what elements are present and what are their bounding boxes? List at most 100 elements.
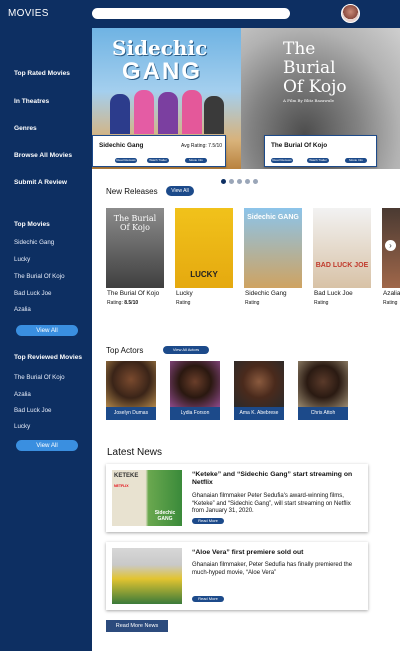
top-movie-item[interactable]: Sidechic Gang <box>14 239 54 246</box>
poster-text: Sidechic GANG <box>247 214 299 221</box>
actor-photo <box>170 361 220 407</box>
search-input[interactable] <box>92 8 290 19</box>
top-movie-item[interactable]: Bad Luck Joe <box>14 290 52 297</box>
carousel-dot[interactable] <box>229 179 234 184</box>
nav-top-rated-movies[interactable]: Top Rated Movies <box>14 70 70 77</box>
poster-bad-luck-joe[interactable]: BAD LUCK JOE <box>313 208 371 288</box>
actor-name: Joselyn Dumas <box>106 407 156 420</box>
poster-text: BAD LUCK JOE <box>315 262 369 269</box>
news-body: Ghanaian filmmaker, Peter Sedufia has fi… <box>192 562 353 576</box>
news-image-text: Sidechic GANG <box>154 510 176 522</box>
actor-photo <box>106 361 156 407</box>
carousel-dot[interactable] <box>245 179 250 184</box>
movie-title[interactable]: Sidechic Gang <box>245 290 287 297</box>
actor-card[interactable]: Ama K. Abebrese <box>234 361 284 420</box>
top-reviewed-item[interactable]: The Burial Of Kojo <box>14 374 65 381</box>
poster-credit: A Film By Blitz Bazawule <box>283 98 334 103</box>
user-avatar[interactable] <box>341 4 360 23</box>
movie-title[interactable]: Azalia <box>383 290 400 297</box>
hero-carousel[interactable]: Sidechic GANG The Burial Of Kojo A Film … <box>92 28 400 169</box>
hero-poster-title: The Burial Of Kojo A Film By Blitz Bazaw… <box>283 40 347 104</box>
news-image <box>112 548 182 604</box>
top-reviewed-item[interactable]: Azalia <box>14 391 31 398</box>
movie-info-button[interactable]: Movie Info <box>185 158 207 163</box>
top-movie-item[interactable]: Azalia <box>14 306 31 313</box>
hero-logo-bottom: GANG <box>122 58 202 85</box>
poster-title-line: Burial <box>283 58 336 78</box>
news-title[interactable]: “Aloe Vera” first premiere sold out <box>192 549 362 557</box>
poster-burial-of-kojo[interactable]: The Burial Of Kojo <box>106 208 164 288</box>
news-card[interactable]: “Aloe Vera” first premiere sold out Ghan… <box>106 542 368 610</box>
read-reviews-button[interactable]: Read Reviews <box>115 158 137 163</box>
read-more-button[interactable]: Read More <box>192 518 224 524</box>
poster-title-line: The <box>283 39 316 59</box>
movie-info-button[interactable]: Movie Info <box>345 158 367 163</box>
read-reviews-button[interactable]: Read Reviews <box>271 158 293 163</box>
nav-genres[interactable]: Genres <box>14 125 37 132</box>
hero-movie-rating: Avg Rating: 7.5/10 <box>181 143 223 149</box>
hero-info-card: Sidechic Gang Avg Rating: 7.5/10 Read Re… <box>92 135 226 167</box>
watch-trailer-button[interactable]: Watch Trailer <box>307 158 329 163</box>
movie-rating: Rating <box>176 300 191 306</box>
nav-submit-a-review[interactable]: Submit A Review <box>14 179 67 186</box>
movie-rating: Rating <box>314 300 329 306</box>
news-card[interactable]: KETEKE NETFLIX Sidechic GANG “Keteke” an… <box>106 464 368 532</box>
movie-title[interactable]: Lucky <box>176 290 193 297</box>
actor-name: Chris Attoh <box>298 407 348 420</box>
chevron-right-icon[interactable]: › <box>385 240 396 251</box>
read-more-button[interactable]: Read More <box>192 596 224 602</box>
top-reviewed-item[interactable]: Lucky <box>14 423 30 430</box>
top-movie-item[interactable]: Lucky <box>14 256 30 263</box>
movie-title[interactable]: The Burial Of Kojo <box>107 290 159 297</box>
netflix-badge: NETFLIX <box>114 484 129 488</box>
carousel-dot[interactable] <box>253 179 258 184</box>
top-reviewed-item[interactable]: Bad Luck Joe <box>14 407 52 414</box>
news-image-text: KETEKE <box>114 473 139 479</box>
movie-rating: Rating: 8.5/10 <box>107 300 138 306</box>
hero-movie-title: Sidechic Gang <box>99 142 144 149</box>
news-body: Ghanaian filmmaker Peter Sedufia's award… <box>192 493 351 514</box>
poster-sidechic-gang[interactable]: Sidechic GANG <box>244 208 302 288</box>
read-more-news-button[interactable]: Read More News <box>106 620 168 632</box>
nav-browse-all-movies[interactable]: Browse All Movies <box>14 152 72 159</box>
hero-logo-top: Sidechic <box>112 36 208 60</box>
actor-name: Lydia Forson <box>170 407 220 420</box>
news-title[interactable]: “Keteke” and “Sidechic Gang” start strea… <box>192 471 362 487</box>
watch-trailer-button[interactable]: Watch Trailer <box>147 158 169 163</box>
top-movies-view-all-button[interactable]: View All <box>16 325 78 336</box>
latest-news-heading: Latest News <box>107 447 163 458</box>
top-reviewed-view-all-button[interactable]: View All <box>16 440 78 451</box>
poster-lucky[interactable]: LUCKY <box>175 208 233 288</box>
poster-text: The Burial Of Kojo <box>113 214 157 232</box>
nav-in-theatres[interactable]: In Theatres <box>14 98 49 105</box>
new-releases-heading: New Releases <box>106 187 158 196</box>
app-title[interactable]: MOVIES <box>8 8 49 19</box>
cast-image <box>106 90 226 134</box>
top-movie-item[interactable]: The Burial Of Kojo <box>14 273 65 280</box>
rating-label: Rating: <box>107 300 123 306</box>
poster-title-line: Of Kojo <box>283 77 347 97</box>
carousel-dots <box>221 171 261 184</box>
movie-rating: Rating <box>383 300 398 306</box>
carousel-dot[interactable] <box>221 179 226 184</box>
actor-card[interactable]: Chris Attoh <box>298 361 348 420</box>
hero-movie-title: The Burial Of Kojo <box>271 142 328 149</box>
news-image: KETEKE NETFLIX Sidechic GANG <box>112 470 182 526</box>
actor-photo <box>298 361 348 407</box>
top-reviewed-heading: Top Reviewed Movies <box>14 354 83 361</box>
actor-name: Ama K. Abebrese <box>234 407 284 420</box>
top-bar: MOVIES <box>0 0 400 28</box>
hero-info-card: The Burial Of Kojo Read Reviews Watch Tr… <box>264 135 377 167</box>
view-all-actors-button[interactable]: View All Actors <box>163 346 209 354</box>
actor-card[interactable]: Lydia Forson <box>170 361 220 420</box>
new-releases-view-all-button[interactable]: View All <box>166 186 194 196</box>
movie-title[interactable]: Bad Luck Joe <box>314 290 353 297</box>
movie-rating: Rating <box>245 300 260 306</box>
top-actors-heading: Top Actors <box>106 346 144 355</box>
poster-text: LUCKY <box>190 270 218 279</box>
sidebar: Top Rated Movies In Theatres Genres Brow… <box>0 28 92 651</box>
actor-card[interactable]: Joselyn Dumas <box>106 361 156 420</box>
carousel-dot[interactable] <box>237 179 242 184</box>
rating-value: 8.5/10 <box>124 300 139 306</box>
top-movies-heading: Top Movies <box>14 221 50 228</box>
